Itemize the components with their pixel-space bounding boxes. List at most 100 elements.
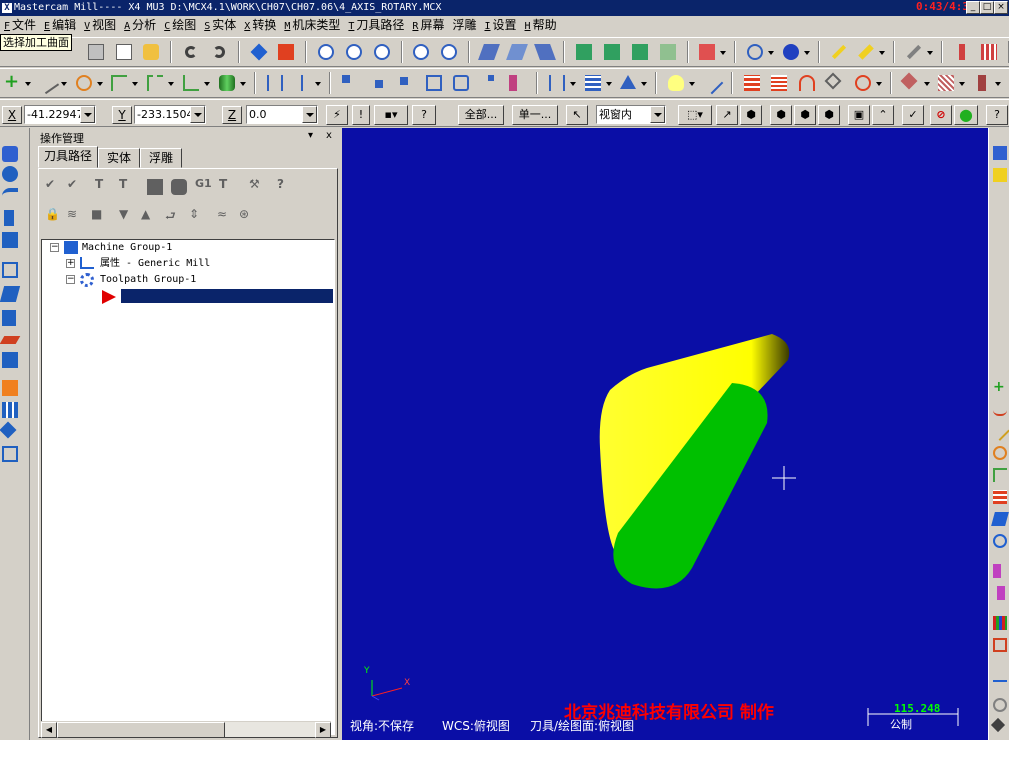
tree-hscroll[interactable]: ◀ ▶	[41, 721, 331, 738]
solid-select-icon[interactable]: ⬢	[740, 105, 762, 125]
print-icon[interactable]	[85, 41, 107, 63]
view-top-icon[interactable]	[573, 41, 595, 63]
menu-item-7[interactable]: M 机床类型	[280, 16, 344, 36]
light-icon[interactable]	[665, 72, 687, 94]
table-icon[interactable]	[741, 72, 763, 94]
xform-translate-icon[interactable]	[339, 72, 361, 94]
help-right-icon[interactable]: ?	[986, 105, 1008, 125]
high-feed-icon[interactable]: ≈	[217, 207, 237, 227]
print-preview-icon[interactable]	[113, 41, 135, 63]
trim-icon[interactable]	[903, 41, 925, 63]
scroll-right-icon[interactable]: ▶	[315, 722, 331, 738]
pan-icon[interactable]	[248, 41, 270, 63]
surface-icon[interactable]	[0, 286, 21, 302]
box-icon[interactable]	[2, 262, 18, 278]
insert-arrow-icon[interactable]: ⮐	[165, 207, 185, 227]
face-select-icon[interactable]: ⬢	[770, 105, 792, 125]
flat-icon[interactable]	[0, 336, 21, 344]
wrench-icon[interactable]: ⚒	[249, 177, 269, 197]
minimize-button[interactable]: _	[966, 1, 980, 14]
zoom-out-icon[interactable]	[410, 41, 432, 63]
ok-check-icon[interactable]: ✓	[902, 105, 924, 125]
tree-machine-group[interactable]: Machine Group-1	[82, 241, 172, 255]
color-a-icon[interactable]	[993, 564, 1001, 578]
planes-icon[interactable]	[744, 41, 766, 63]
arrow-left-icon[interactable]	[993, 668, 1007, 682]
collapse-icon[interactable]: −	[50, 243, 59, 252]
selection-mode-select[interactable]: 视窗内	[596, 105, 666, 124]
chevron-down-icon[interactable]	[80, 106, 95, 123]
hatch-icon[interactable]	[935, 72, 957, 94]
create-point-icon[interactable]: +	[1, 72, 23, 94]
graphics-viewport[interactable]: Y X 北京兆迪科技有限公司 制作 115.248 公制 视角:不保存 WCS:…	[342, 128, 988, 740]
chevron-down-icon[interactable]	[302, 106, 317, 123]
drive-icon[interactable]	[2, 310, 16, 326]
no-entry-icon[interactable]	[993, 698, 1007, 712]
create-spline-icon[interactable]	[180, 72, 202, 94]
down-arrow-icon[interactable]	[4, 210, 14, 226]
menu-item-1[interactable]: E 编辑	[40, 16, 80, 36]
tab-toolpaths[interactable]: 刀具路径	[38, 146, 98, 168]
scroll-thumb[interactable]	[57, 722, 225, 738]
help-question-icon[interactable]: ?	[412, 105, 436, 125]
menu-item-6[interactable]: X 转换	[240, 16, 280, 36]
cursor-select-icon[interactable]: ↖	[566, 105, 588, 125]
cube-select-icon[interactable]: ▪▾	[374, 105, 408, 125]
create-arc-icon[interactable]	[73, 72, 95, 94]
rotate-icon[interactable]	[0, 421, 17, 439]
move-down-icon[interactable]: ▼	[119, 207, 139, 227]
cursor-tool-icon[interactable]	[990, 717, 1006, 733]
expand-icon[interactable]: +	[66, 259, 75, 268]
chevron-down-icon[interactable]	[190, 106, 205, 123]
x-label-button[interactable]: X	[2, 106, 22, 124]
z-coordinate-field[interactable]: 0.0	[246, 105, 318, 124]
xform-array-icon[interactable]	[478, 72, 500, 94]
opmgr-help-icon[interactable]: ?	[277, 177, 297, 197]
arrow-up-icon[interactable]	[291, 72, 313, 94]
body-select-icon[interactable]: ⬢	[794, 105, 816, 125]
menu-item-5[interactable]: S 实体	[200, 16, 240, 36]
verify-select-icon[interactable]: ▣	[848, 105, 870, 125]
menu-item-9[interactable]: R 屏幕	[408, 16, 448, 36]
regenerate-dirty-icon[interactable]: T	[119, 177, 139, 197]
toggle-display-icon[interactable]: T	[219, 177, 239, 197]
arch-icon[interactable]	[796, 72, 818, 94]
scroll-to-icon[interactable]: ⇕	[189, 207, 209, 227]
create-cylinder-icon[interactable]	[216, 72, 238, 94]
view-side-icon[interactable]	[629, 41, 651, 63]
lock-icon[interactable]: 🔒	[45, 207, 65, 227]
lift-arrow-icon[interactable]	[2, 146, 18, 162]
tag-icon[interactable]	[824, 72, 846, 94]
arc-move-icon[interactable]	[2, 188, 18, 204]
create-fillet-icon[interactable]	[108, 72, 130, 94]
redo-icon[interactable]	[208, 41, 230, 63]
view-iso-icon[interactable]	[657, 41, 679, 63]
edit-pencil-icon[interactable]	[828, 41, 850, 63]
help-tool-icon[interactable]	[140, 41, 162, 63]
cancel-circle-icon[interactable]: ⊘	[930, 105, 952, 125]
maximize-button[interactable]: □	[980, 1, 994, 14]
array-icon[interactable]	[2, 402, 18, 418]
close-icon[interactable]: x	[326, 130, 332, 141]
chevron-down-icon[interactable]	[650, 106, 665, 123]
fit-icon[interactable]	[275, 41, 297, 63]
analyze-icon[interactable]	[951, 41, 973, 63]
shade-icon[interactable]	[696, 41, 718, 63]
undo-icon[interactable]	[180, 41, 202, 63]
frame-icon[interactable]	[2, 446, 18, 462]
edit-multi-icon[interactable]	[855, 41, 877, 63]
menu-item-3[interactable]: A 分析	[120, 16, 160, 36]
y-coordinate-field[interactable]: -233.1504	[134, 105, 206, 124]
select-dirty-ops-icon[interactable]: ✔	[67, 177, 87, 197]
plunge-icon[interactable]	[2, 232, 18, 248]
sphere-icon[interactable]	[780, 41, 802, 63]
menu-item-12[interactable]: H 帮助	[521, 16, 561, 36]
triangle-icon[interactable]	[617, 72, 639, 94]
pattern-icon[interactable]	[900, 72, 922, 94]
menu-item-10[interactable]: 浮雕	[448, 16, 480, 35]
collapse-icon[interactable]: −	[66, 275, 75, 284]
tab-solids[interactable]: 实体	[98, 148, 140, 168]
regenerate-icon[interactable]: T	[95, 177, 115, 197]
exclaim-icon[interactable]: !	[352, 105, 370, 125]
zoom-out-80-icon[interactable]	[438, 41, 460, 63]
